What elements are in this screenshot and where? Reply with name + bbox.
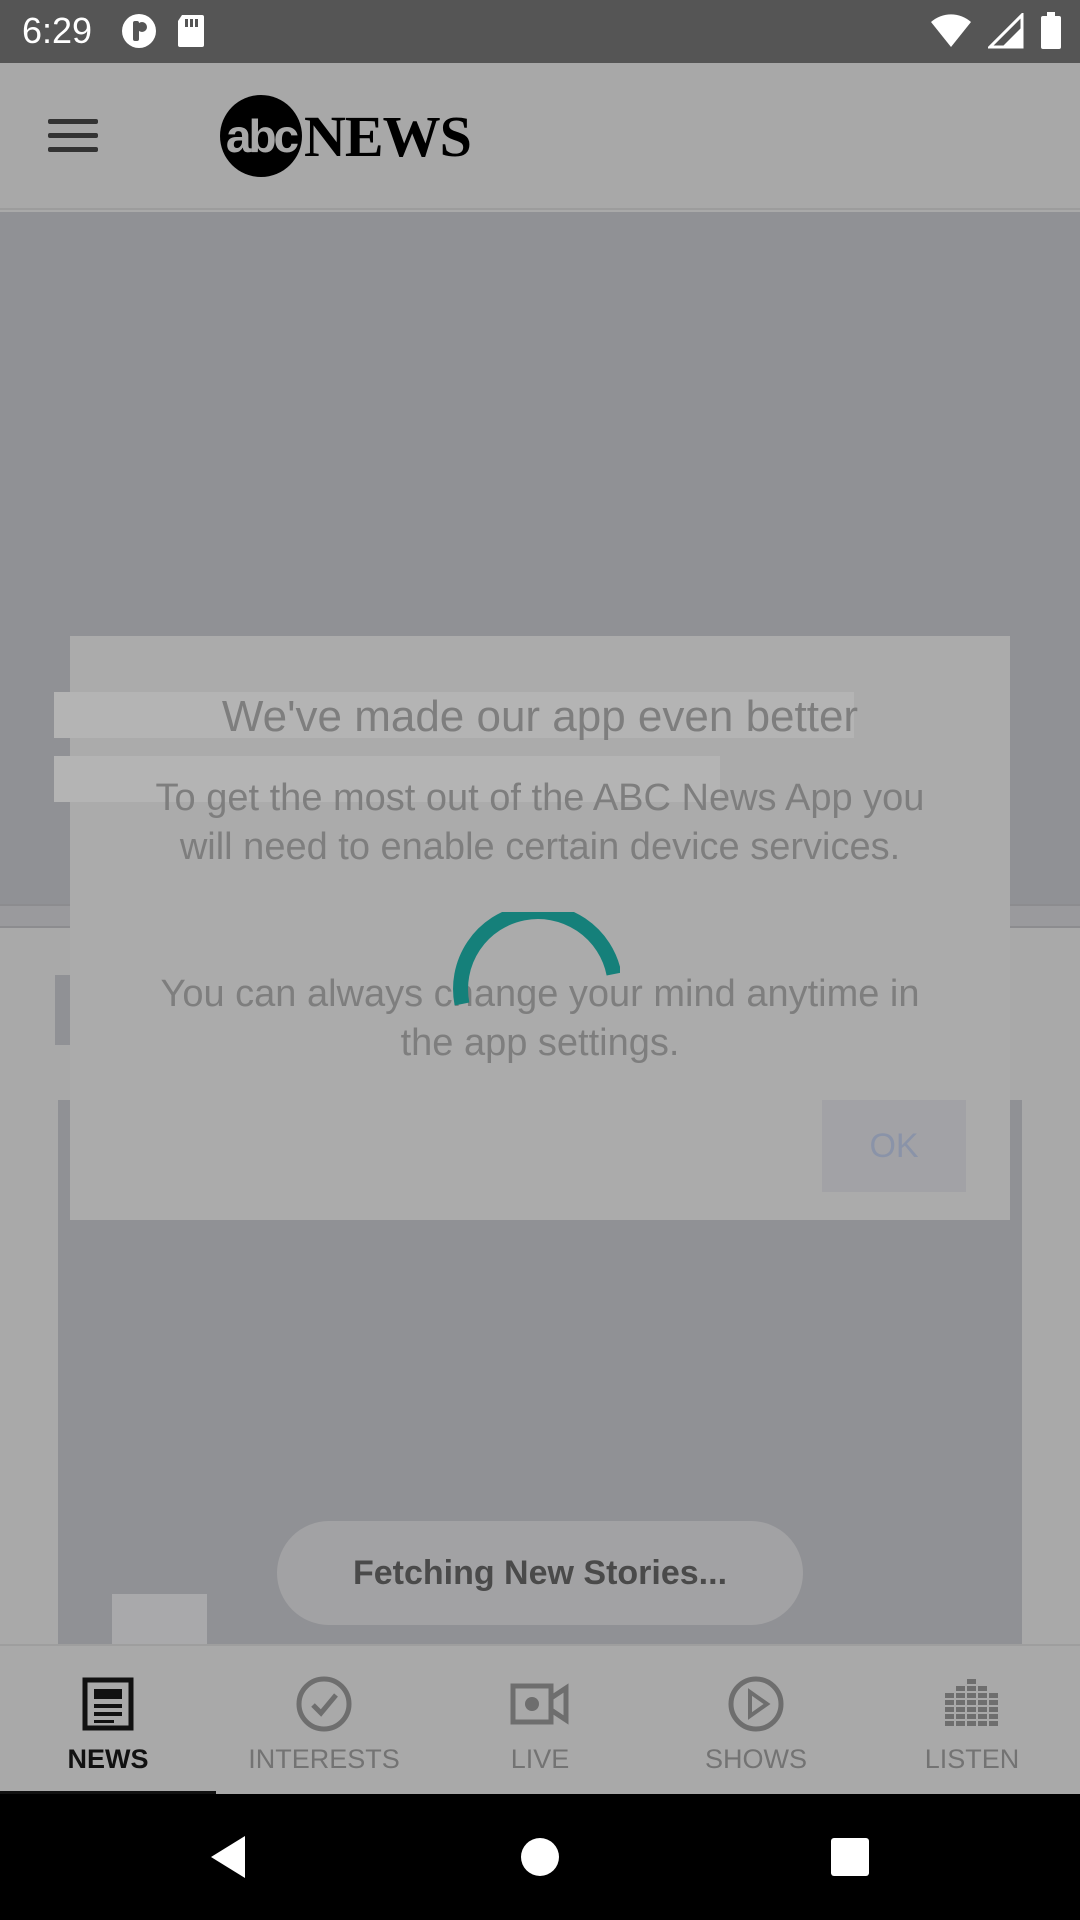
fetching-stories-toast: Fetching New Stories... bbox=[277, 1521, 803, 1625]
play-circle-icon bbox=[726, 1674, 786, 1734]
ok-button[interactable]: OK bbox=[822, 1100, 966, 1192]
wifi-icon bbox=[930, 13, 972, 54]
bottom-navigation: NEWS INTERESTS LIVE SHOWS LISTEN bbox=[0, 1644, 1080, 1796]
nav-label-listen: LISTEN bbox=[924, 1744, 1020, 1774]
recents-icon[interactable] bbox=[825, 1832, 875, 1882]
status-time: 6:29 bbox=[22, 10, 93, 51]
logo-abc: abc bbox=[220, 95, 302, 177]
loading-spinner-icon bbox=[453, 912, 620, 1006]
nav-label-shows: SHOWS bbox=[704, 1744, 807, 1774]
abc-news-logo: abc NEWS bbox=[220, 95, 472, 177]
nav-label-interests: INTERESTS bbox=[248, 1744, 400, 1774]
logo-news: NEWS bbox=[304, 103, 472, 169]
newspaper-icon bbox=[78, 1674, 138, 1734]
sd-card-icon bbox=[176, 13, 206, 54]
hamburger-menu-icon[interactable] bbox=[38, 111, 108, 161]
nav-tab-live[interactable]: LIVE bbox=[432, 1646, 648, 1796]
battery-icon bbox=[1040, 12, 1062, 55]
home-icon[interactable] bbox=[515, 1832, 565, 1882]
nav-label-news: NEWS bbox=[67, 1744, 149, 1774]
nav-tab-news[interactable]: NEWS bbox=[0, 1646, 216, 1796]
video-camera-icon bbox=[510, 1674, 570, 1734]
nav-tab-shows[interactable]: SHOWS bbox=[648, 1646, 864, 1796]
back-icon[interactable] bbox=[205, 1832, 255, 1882]
privacy-indicator-icon bbox=[120, 12, 158, 55]
system-navigation-bar bbox=[0, 1794, 1080, 1920]
nav-tab-listen[interactable]: LISTEN bbox=[864, 1646, 1080, 1796]
cellular-signal-icon bbox=[986, 11, 1024, 54]
equalizer-icon bbox=[942, 1674, 1002, 1734]
check-circle-icon bbox=[294, 1674, 354, 1734]
app-bar: abc NEWS bbox=[0, 63, 1080, 210]
nav-tab-interests[interactable]: INTERESTS bbox=[216, 1646, 432, 1796]
dialog-title: We've made our app even better bbox=[221, 692, 859, 741]
story-tag-placeholder bbox=[112, 1594, 207, 1644]
dialog-body-text: To get the most out of the ABC News App … bbox=[155, 777, 925, 868]
nav-label-live: LIVE bbox=[510, 1744, 570, 1774]
status-bar: 6:29 bbox=[0, 0, 1080, 63]
